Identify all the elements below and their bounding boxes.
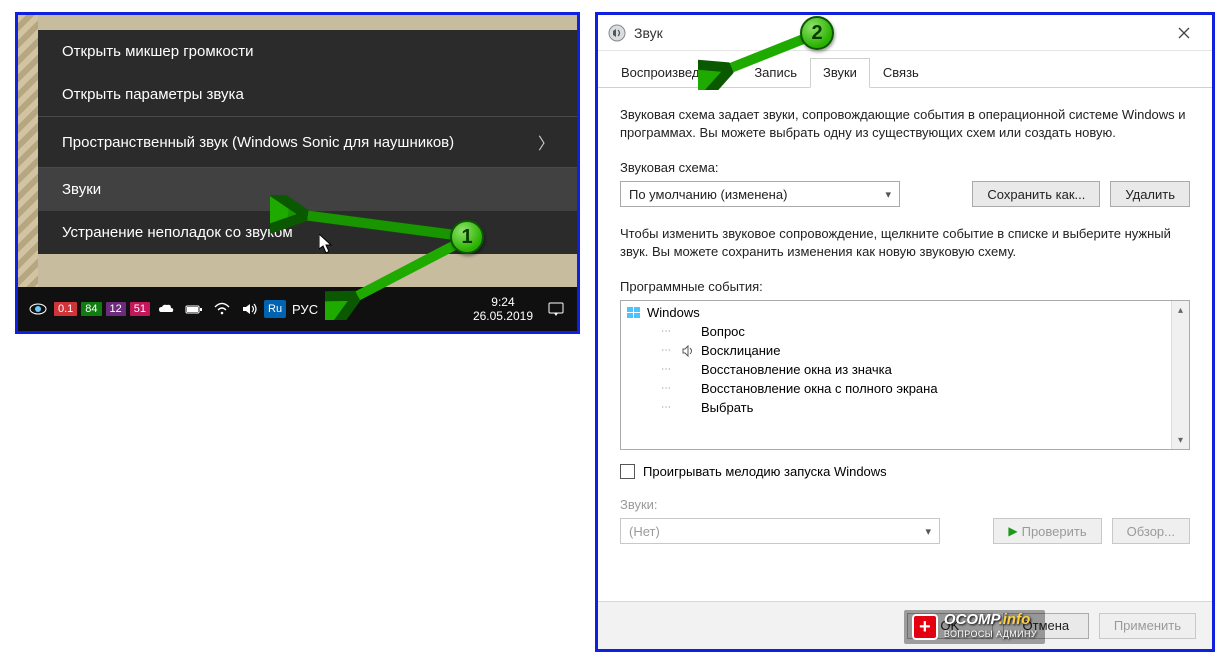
event-label: Вопрос: [701, 324, 745, 339]
wallpaper: [18, 15, 38, 290]
events-root[interactable]: Windows: [625, 303, 1167, 322]
onedrive-icon[interactable]: [156, 299, 176, 319]
watermark-text: OCOMP.info ВОПРОСЫ АДМИНУ: [944, 613, 1037, 641]
annotation-arrow: [325, 240, 465, 320]
events-root-label: Windows: [647, 305, 700, 320]
tree-connector: ⋯: [661, 383, 675, 394]
eye-icon[interactable]: [28, 299, 48, 319]
scheme-value: По умолчанию (изменена): [629, 187, 787, 202]
sound-app-icon: [608, 24, 626, 42]
test-button: ▶ Проверить: [993, 518, 1101, 544]
tray-clock[interactable]: 9:24 26.05.2019: [465, 295, 541, 323]
tree-connector: ⋯: [661, 326, 675, 337]
events-listbox[interactable]: Windows ⋯ Вопрос ⋯ Восклицание ⋯: [620, 300, 1190, 450]
sound-dialog: Звук Воспроизведение Запись Звуки Связь …: [595, 12, 1215, 652]
wifi-icon[interactable]: [212, 299, 232, 319]
tray-badge[interactable]: 0.1: [54, 302, 77, 316]
annotation-arrow: [698, 30, 813, 90]
tray-badge[interactable]: 84: [81, 302, 101, 316]
chevron-down-icon: ▾: [925, 525, 931, 538]
taskbar: 0.1 84 12 51 Ru РУС 9:24 26.05.2019: [18, 287, 577, 331]
watermark: + OCOMP.info ВОПРОСЫ АДМИНУ: [904, 610, 1045, 644]
event-label: Восстановление окна из значка: [701, 362, 892, 377]
menu-open-sound-settings[interactable]: Открыть параметры звука: [38, 73, 578, 116]
sound-file-value: (Нет): [629, 524, 660, 539]
delete-button[interactable]: Удалить: [1110, 181, 1190, 207]
tab-communications[interactable]: Связь: [870, 58, 932, 88]
action-center-icon[interactable]: [541, 302, 571, 316]
event-label: Восстановление окна с полного экрана: [701, 381, 938, 396]
event-sound-icon: [681, 345, 695, 357]
event-item[interactable]: ⋯ Вопрос: [625, 322, 1167, 341]
event-item[interactable]: ⋯ Выбрать: [625, 398, 1167, 417]
chevron-right-icon: 〉: [538, 130, 554, 154]
events-label: Программные события:: [620, 279, 1190, 294]
annotation-marker-2: 2: [800, 16, 834, 50]
sound-file-select: (Нет) ▾: [620, 518, 940, 544]
save-as-button[interactable]: Сохранить как...: [972, 181, 1100, 207]
sounds-label: Звуки:: [620, 497, 1190, 512]
window-title: Звук: [634, 25, 663, 41]
close-button[interactable]: [1166, 18, 1202, 48]
event-item[interactable]: ⋯ Восстановление окна с полного экрана: [625, 379, 1167, 398]
windows-icon: [627, 307, 641, 319]
apply-button: Применить: [1099, 613, 1196, 639]
tree-connector: ⋯: [661, 364, 675, 375]
left-screenshot: Открыть микшер громкости Открыть парамет…: [15, 12, 580, 334]
menu-open-volume-mixer[interactable]: Открыть микшер громкости: [38, 30, 578, 73]
scheme-label: Звуковая схема:: [620, 160, 1190, 175]
event-item[interactable]: ⋯ Восклицание: [625, 341, 1167, 360]
events-description: Чтобы изменить звуковое сопровождение, щ…: [620, 225, 1190, 261]
tree-connector: ⋯: [661, 402, 675, 413]
test-button-label: Проверить: [1022, 524, 1087, 539]
play-startup-sound-label: Проигрывать мелодию запуска Windows: [643, 464, 887, 479]
tab-content: Звуковая схема задает звуки, сопровождаю…: [598, 88, 1212, 554]
annotation-marker-1: 1: [450, 220, 484, 254]
tray-badge[interactable]: 12: [106, 302, 126, 316]
lang-indicator-badge[interactable]: Ru: [264, 300, 286, 318]
watermark-plus-icon: +: [912, 614, 938, 640]
scheme-description: Звуковая схема задает звуки, сопровождаю…: [620, 106, 1190, 142]
tray-time: 9:24: [473, 295, 533, 309]
tray-badge[interactable]: 51: [130, 302, 150, 316]
chevron-down-icon: ▾: [885, 188, 891, 201]
event-label: Восклицание: [701, 343, 780, 358]
tab-sounds[interactable]: Звуки: [810, 58, 870, 88]
tabs: Воспроизведение Запись Звуки Связь: [598, 51, 1212, 88]
play-icon: ▶: [1008, 524, 1017, 538]
menu-spatial-sound[interactable]: Пространственный звук (Windows Sonic для…: [38, 117, 578, 167]
tray-date: 26.05.2019: [473, 309, 533, 323]
volume-icon[interactable]: [240, 299, 260, 319]
event-item[interactable]: ⋯ Восстановление окна из значка: [625, 360, 1167, 379]
lang-indicator-text[interactable]: РУС: [292, 302, 318, 317]
scroll-down-icon[interactable]: ▾: [1172, 431, 1189, 449]
event-label: Выбрать: [701, 400, 753, 415]
scheme-select[interactable]: По умолчанию (изменена) ▾: [620, 181, 900, 207]
battery-icon[interactable]: [184, 299, 204, 319]
browse-button: Обзор...: [1112, 518, 1190, 544]
tree-connector: ⋯: [661, 345, 675, 356]
titlebar: Звук: [598, 15, 1212, 51]
play-startup-sound-checkbox[interactable]: [620, 464, 635, 479]
scroll-up-icon[interactable]: ▴: [1172, 301, 1189, 319]
scrollbar[interactable]: ▴ ▾: [1171, 301, 1189, 449]
